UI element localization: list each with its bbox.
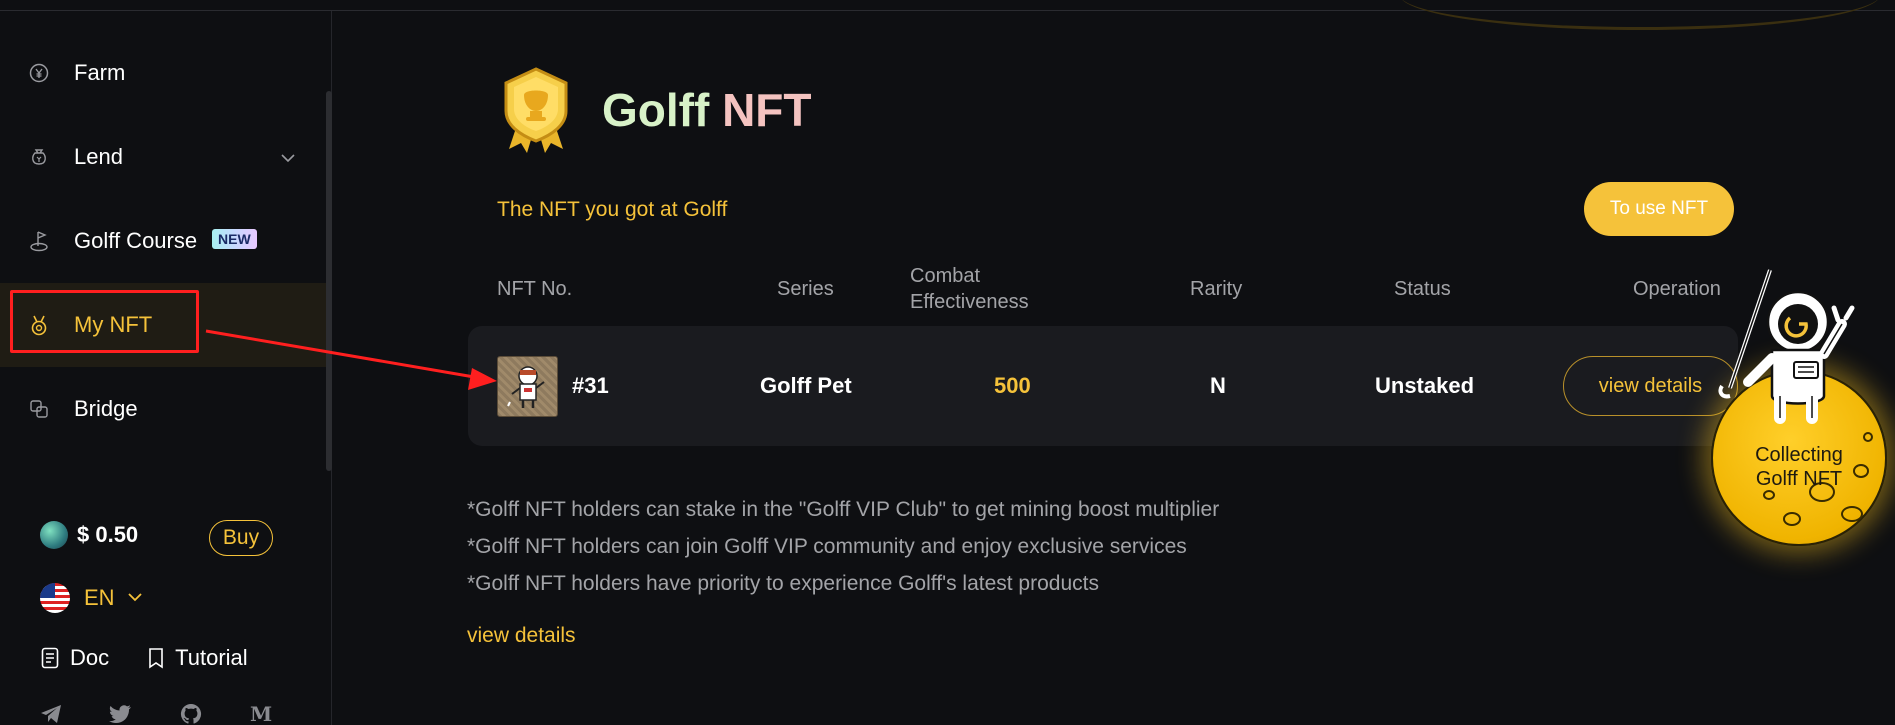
astronaut-golfer-icon	[1718, 269, 1855, 424]
collecting-line2: Golff NFT	[1755, 468, 1843, 490]
collecting-badge-text: Collecting Golff NFT	[1711, 443, 1887, 491]
annotation-arrow	[205, 329, 497, 390]
collecting-line1: Collecting	[1755, 444, 1843, 466]
app-window: Farm Lend Golff Course NEW My NFT Bridge…	[0, 0, 1895, 725]
